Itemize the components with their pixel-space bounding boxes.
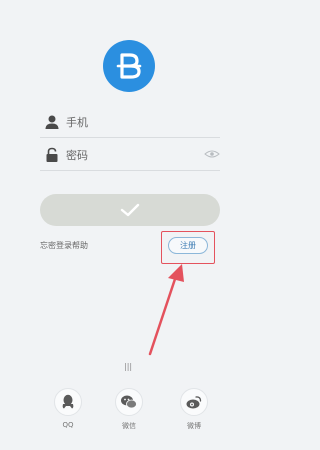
qq-login-button[interactable] (54, 388, 82, 416)
password-underline (40, 170, 220, 171)
eye-icon[interactable] (204, 149, 220, 159)
username-row (44, 110, 220, 134)
app-logo (103, 40, 155, 92)
username-input[interactable] (66, 115, 196, 129)
forgot-password-link[interactable]: 忘密登录帮助 (40, 240, 88, 251)
wechat-label: 微信 (122, 422, 136, 430)
password-input[interactable] (66, 148, 196, 162)
weibo-login-button[interactable] (180, 388, 208, 416)
user-icon (45, 115, 59, 129)
check-icon (120, 203, 140, 217)
login-button[interactable] (40, 194, 220, 226)
lock-icon (46, 147, 58, 162)
qq-icon (62, 394, 74, 409)
wechat-icon (121, 395, 137, 409)
wechat-login-button[interactable] (115, 388, 143, 416)
register-button[interactable]: 注册 (168, 237, 208, 254)
qq-label: QQ (62, 421, 74, 429)
annotation-arrow-icon (148, 264, 184, 356)
weibo-label: 微博 (187, 422, 201, 430)
logo-b-icon (116, 53, 142, 79)
third-party-divider: ||| (124, 362, 133, 371)
password-row (44, 143, 220, 167)
username-underline (40, 137, 220, 138)
weibo-icon (186, 396, 202, 409)
